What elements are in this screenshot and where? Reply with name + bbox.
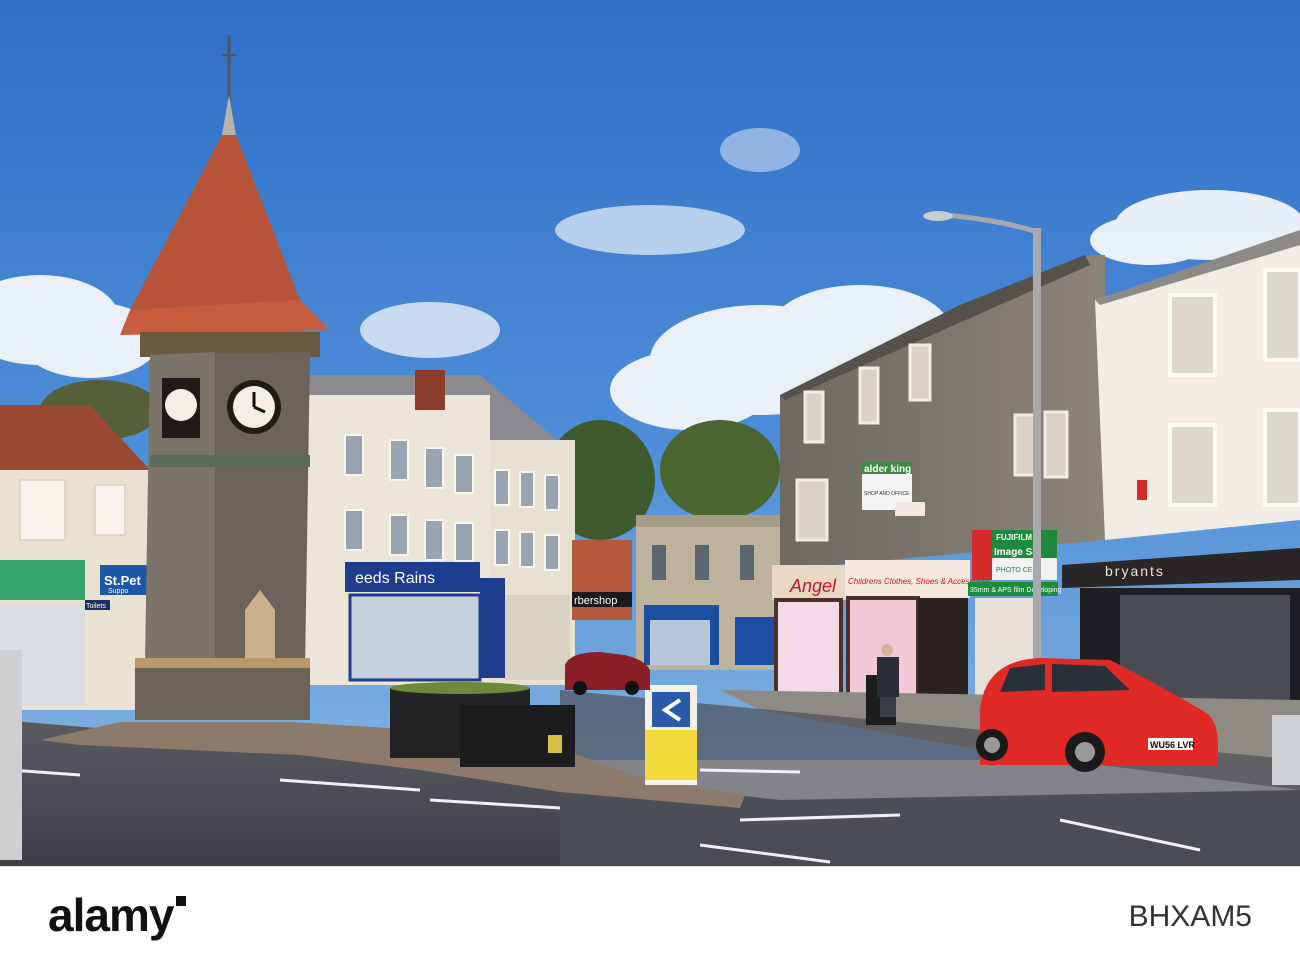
sign-photo-centre: PHOTO CEN	[996, 567, 1038, 574]
logo-text: alamy	[48, 889, 174, 941]
sign-image-service: Image Se	[994, 547, 1038, 558]
footer-divider	[0, 866, 1300, 867]
image-id: BHXAM5	[1128, 900, 1252, 933]
left-buildings: St.Pet Suppo Toilets	[0, 405, 150, 710]
watermark-footer: alamy BHXAM5	[0, 866, 1300, 956]
keep-left-bollard	[645, 685, 697, 785]
sign-alder-king-sub: SHOP AND OFFICE	[864, 491, 910, 497]
sign-bryants: bryants	[1105, 563, 1165, 579]
bank-building	[636, 515, 786, 670]
car-plate: WU56 LVR	[1150, 740, 1195, 750]
logo-square-icon	[176, 896, 187, 906]
street-photo: St.Pet Suppo Toilets eeds Rains rbershop	[0, 0, 1300, 866]
sign-reeds-rains: eeds Rains	[355, 570, 435, 587]
sign-st-peters: St.Pet	[104, 573, 142, 588]
sign-alder-king: alder king	[864, 464, 911, 475]
alamy-logo: alamy	[48, 888, 187, 942]
sign-barbershop: rbershop	[574, 595, 617, 607]
left-car-edge	[0, 650, 22, 860]
sign-angel: Angel	[789, 576, 837, 596]
sign-st-peters-sub: Suppo	[108, 588, 128, 595]
sign-developing: 35mm & APS film Developing	[970, 587, 1062, 594]
sign-toilets: Toilets	[86, 603, 106, 610]
right-car-edge	[1272, 715, 1300, 785]
sign-fujifilm: FUJIFILM	[996, 533, 1032, 542]
